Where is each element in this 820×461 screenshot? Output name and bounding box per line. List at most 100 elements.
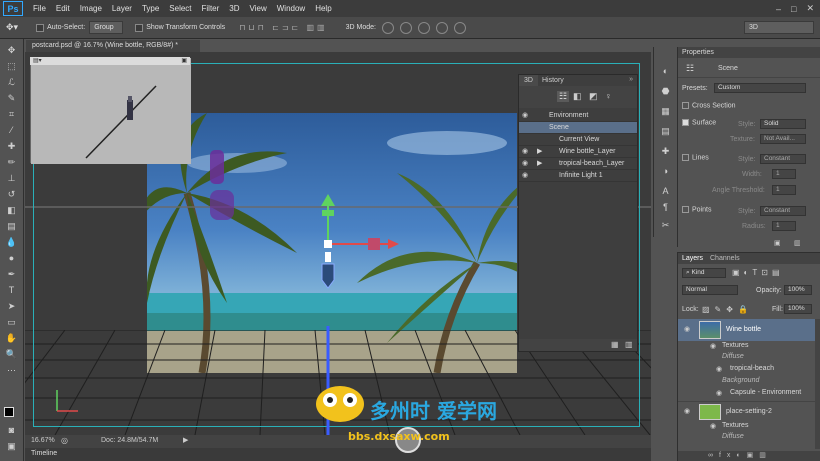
visibility-eye-icon[interactable]: ◉ <box>684 325 690 333</box>
brush-tool-icon[interactable]: ✏ <box>5 157 18 168</box>
fill-input[interactable]: 100% <box>784 304 812 314</box>
healing-tool-icon[interactable]: ✚ <box>5 141 18 152</box>
menu-image[interactable]: Image <box>80 4 102 13</box>
surface-style-dropdown[interactable]: Solid <box>760 119 806 129</box>
status-arrow-icon[interactable]: ▶ <box>183 436 188 444</box>
type-tool-icon[interactable]: T <box>5 285 18 296</box>
layer-row-place-setting[interactable]: ◉ place-setting-2 <box>678 401 820 421</box>
presets-dropdown[interactable]: Custom <box>714 83 806 93</box>
visibility-eye-icon[interactable]: ◉ <box>716 389 722 397</box>
marquee-tool-icon[interactable]: ⬚ <box>5 61 18 72</box>
3d-item-wine-bottle[interactable]: ◉ ▶ Wine bottle_Layer <box>519 146 637 158</box>
blend-mode-dropdown[interactable]: Normal <box>682 285 738 295</box>
visibility-eye-icon[interactable]: ◉ <box>522 158 528 170</box>
properties-tab[interactable]: Properties <box>682 49 714 56</box>
document-tab[interactable]: postcard.psd @ 16.7% (Wine bottle, RGB/8… <box>26 40 200 52</box>
menu-view[interactable]: View <box>250 4 267 13</box>
eyedropper-tool-icon[interactable]: ⁄ <box>5 125 18 136</box>
3d-item-infinite-light[interactable]: ◉ Infinite Light 1 <box>519 170 637 182</box>
close-view-icon[interactable]: ▣ <box>181 57 187 64</box>
menu-help[interactable]: Help <box>315 4 331 13</box>
mesh-filter-icon[interactable]: ◧ <box>573 91 582 102</box>
visibility-eye-icon[interactable]: ◉ <box>716 365 722 373</box>
3d-icon[interactable]: ⬣ <box>659 85 672 97</box>
close-button[interactable]: ✕ <box>806 3 814 14</box>
extra-tools-icon[interactable]: ⋯ <box>5 365 18 376</box>
layer-row-tropical-beach[interactable]: ◉ tropical-beach <box>678 365 820 375</box>
scene-filter-icon[interactable]: ☷ <box>557 91 570 102</box>
auto-select-dropdown[interactable]: Group <box>89 21 124 34</box>
character-icon[interactable]: A <box>659 185 672 197</box>
surface-row[interactable]: Surface <box>682 119 716 126</box>
filter-icons[interactable]: ▣◐T⊡▤ <box>732 268 784 277</box>
auto-select-checkbox[interactable] <box>36 23 45 32</box>
tab-history[interactable]: History <box>537 75 569 86</box>
color-icon[interactable]: ◐ <box>659 65 672 77</box>
move-tool-icon[interactable]: ✥▾ <box>6 22 18 33</box>
status-icon[interactable]: ◎ <box>61 436 68 445</box>
stamp-tool-icon[interactable]: ⊥ <box>5 173 18 184</box>
slide-3d-icon[interactable] <box>435 21 448 34</box>
menu-file[interactable]: File <box>33 4 46 13</box>
lasso-tool-icon[interactable]: ℒ <box>5 77 18 88</box>
x-axis-handle[interactable] <box>332 238 399 250</box>
layer-row-capsule-environment[interactable]: ◉ Capsule - Environment <box>678 389 820 399</box>
3d-item-environment[interactable]: ◉ Environment <box>519 110 637 122</box>
layer-row-wine-bottle[interactable]: ◉ Wine bottle <box>678 319 820 341</box>
menu-select[interactable]: Select <box>169 4 191 13</box>
menu-edit[interactable]: Edit <box>56 4 70 13</box>
expand-arrow-icon[interactable]: ▶ <box>537 146 542 158</box>
lines-row[interactable]: Lines <box>682 154 709 161</box>
lock-icons[interactable]: ▨✎✥🔒 <box>702 305 753 314</box>
workspace-dropdown[interactable]: 3D <box>744 21 814 34</box>
path-select-icon[interactable]: ➤ <box>5 301 18 312</box>
visibility-eye-icon[interactable]: ◉ <box>684 407 690 415</box>
scale-3d-icon[interactable] <box>453 21 466 34</box>
3d-item-current-view[interactable]: Current View <box>519 134 637 146</box>
delete-icon[interactable]: ▥ <box>794 239 801 247</box>
hand-tool-icon[interactable]: ✋ <box>5 333 18 344</box>
expand-arrow-icon[interactable]: ▶ <box>537 158 542 170</box>
swatches-icon[interactable]: ✚ <box>659 145 672 157</box>
visibility-eye-icon[interactable]: ◉ <box>522 110 528 122</box>
points-row[interactable]: Points <box>682 206 711 213</box>
shape-tool-icon[interactable]: ▭ <box>5 317 18 328</box>
maximize-button[interactable]: □ <box>791 4 796 14</box>
visibility-eye-icon[interactable]: ◉ <box>710 422 716 430</box>
wine-bottle-model[interactable] <box>321 252 335 289</box>
y-axis-handle[interactable] <box>321 194 335 240</box>
cross-section-row[interactable]: Cross Section <box>682 102 736 109</box>
zoom-tool-icon[interactable]: 🔍 <box>5 349 18 360</box>
adjustments-icon[interactable]: ▦ <box>659 105 672 117</box>
visibility-eye-icon[interactable]: ◉ <box>522 146 528 158</box>
menu-layer[interactable]: Layer <box>112 4 132 13</box>
menu-filter[interactable]: Filter <box>202 4 220 13</box>
tab-layers[interactable]: Layers <box>682 255 703 262</box>
texture-dropdown[interactable]: Not Avail... <box>760 134 806 144</box>
render-icon[interactable]: ▣ <box>774 239 781 247</box>
history-brush-icon[interactable]: ↺ <box>5 189 18 200</box>
delete-icon[interactable]: ▥ <box>625 340 633 349</box>
light-filter-icon[interactable]: ♀ <box>605 91 612 101</box>
gradient-tool-icon[interactable]: ▤ <box>5 221 18 232</box>
foreground-color-swatch[interactable] <box>4 407 14 417</box>
tab-channels[interactable]: Channels <box>710 255 740 262</box>
layers-scrollbar[interactable] <box>815 319 820 449</box>
pan-3d-icon[interactable] <box>417 21 430 34</box>
new-light-icon[interactable]: ▦ <box>611 340 619 349</box>
doc-size[interactable]: Doc: 24.8M/54.7M <box>101 437 158 444</box>
quick-select-tool-icon[interactable]: ✎ <box>5 93 18 104</box>
points-style-dropdown[interactable]: Constant <box>760 206 806 216</box>
layer-actions-icons[interactable]: ∞fx◐▣▥ <box>708 451 772 459</box>
roll-icon[interactable] <box>399 21 412 34</box>
screen-mode-icon[interactable]: ▣ <box>5 441 18 452</box>
material-filter-icon[interactable]: ◩ <box>589 91 598 102</box>
quick-mask-icon[interactable]: ◙ <box>5 425 18 436</box>
pen-tool-icon[interactable]: ✒ <box>5 269 18 280</box>
paragraph-icon[interactable]: ¶ <box>659 201 672 213</box>
crop-tool-icon[interactable]: ⌗ <box>5 109 18 120</box>
menu-window[interactable]: Window <box>277 4 305 13</box>
timeline-label[interactable]: Timeline <box>31 450 57 457</box>
secondary-view[interactable] <box>30 57 191 164</box>
3d-item-scene[interactable]: Scene <box>519 122 637 134</box>
